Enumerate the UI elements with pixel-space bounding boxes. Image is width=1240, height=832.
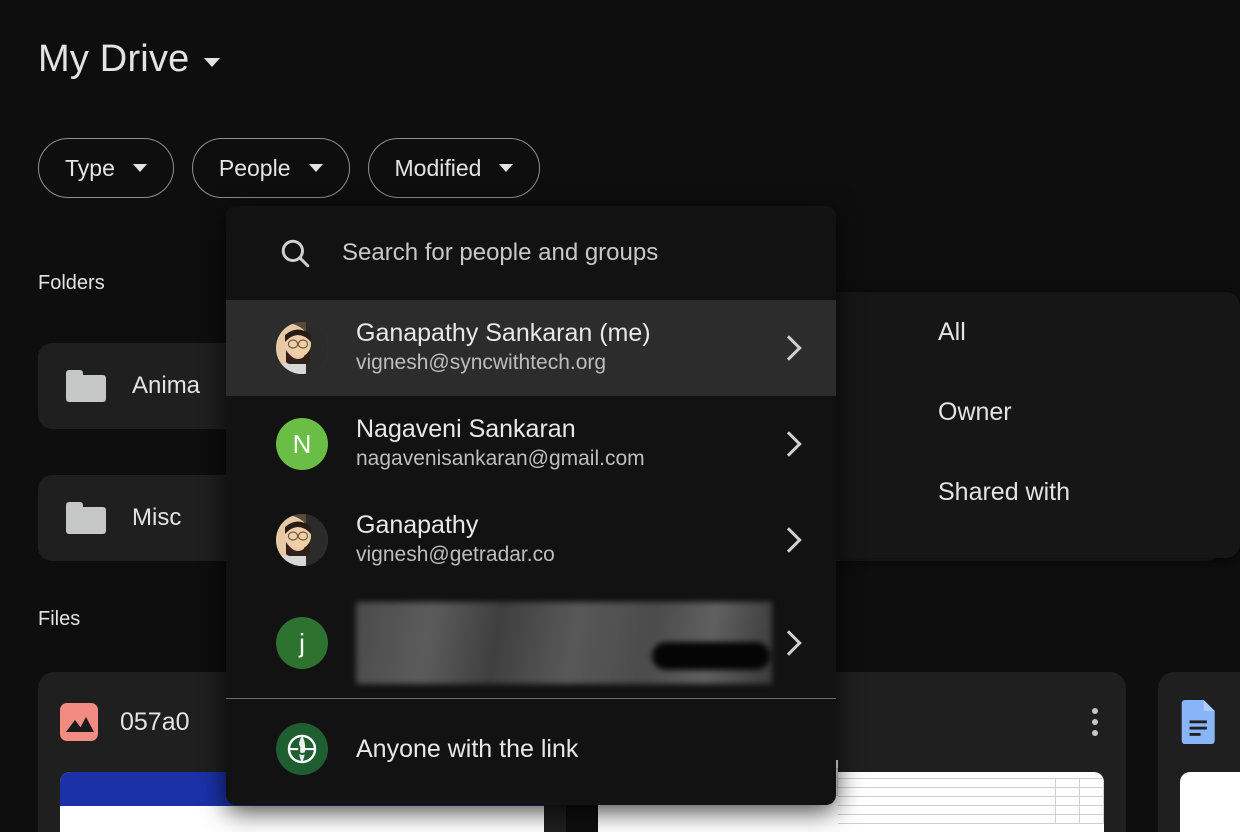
people-scope-submenu: All Owner Shared with: [836, 292, 1240, 558]
file-name: 057a0: [120, 707, 190, 736]
folder-icon: [66, 502, 106, 534]
filter-chip-type-label: Type: [65, 154, 115, 181]
folder-name: Misc: [132, 504, 182, 531]
person-name: Ganapathy Sankaran (me): [356, 319, 651, 348]
people-list-item-nagaveni-sankaran[interactable]: N Nagaveni Sankaran nagavenisankaran@gma…: [226, 396, 836, 492]
folder-name: Anima: [132, 372, 201, 399]
file-card-doc[interactable]: [1158, 672, 1240, 832]
avatar-photo: [276, 514, 328, 566]
avatar: [276, 322, 328, 374]
page-title-label: My Drive: [38, 38, 190, 80]
avatar-photo: [276, 322, 328, 374]
globe-glyph: [287, 734, 317, 764]
people-list-item-anyone-with-link[interactable]: Anyone with the link: [226, 699, 836, 799]
people-item-text: Ganapathy vignesh@getradar.co: [356, 511, 555, 568]
person-name: Nagaveni Sankaran: [356, 415, 576, 444]
chevron-right-icon[interactable]: [776, 335, 802, 361]
search-input[interactable]: Search for people and groups: [342, 239, 658, 267]
globe-icon: [276, 723, 328, 775]
people-filter-dropdown: Search for people and groups Ganapathy S…: [226, 206, 836, 805]
people-list-item-redacted[interactable]: j: [226, 588, 836, 698]
avatar-initial: N: [292, 428, 312, 459]
file-card-header: [1158, 672, 1240, 772]
folder-icon: [66, 370, 106, 402]
person-name: Ganapathy: [356, 511, 479, 540]
avatar: [276, 514, 328, 566]
filter-chip-bar: Type People Modified: [38, 138, 541, 198]
drive-app-window: My Drive Type People Modified Folders An…: [0, 0, 1240, 832]
link-option-label: Anyone with the link: [356, 734, 579, 763]
filter-chip-modified-label: Modified: [394, 154, 482, 181]
submenu-item-all[interactable]: All: [836, 292, 1240, 372]
file-thumbnail: [1180, 772, 1240, 832]
avatar-initial: j: [299, 627, 305, 658]
chevron-down-icon[interactable]: [203, 58, 220, 67]
chevron-down-icon: [308, 164, 323, 172]
person-email: vignesh@getradar.co: [356, 543, 555, 567]
people-item-text: Nagaveni Sankaran nagavenisankaran@gmail…: [356, 415, 645, 472]
page-title[interactable]: My Drive: [38, 38, 220, 81]
people-list-item-ganapathy-sankaran-me[interactable]: Ganapathy Sankaran (me) vignesh@syncwith…: [226, 300, 836, 396]
people-item-text: Ganapathy Sankaran (me) vignesh@syncwith…: [356, 319, 651, 376]
section-header-files: Files: [38, 608, 81, 630]
filter-chip-people[interactable]: People: [191, 138, 350, 198]
chevron-right-icon[interactable]: [776, 527, 802, 553]
chevron-right-icon[interactable]: [776, 630, 802, 656]
avatar: N: [276, 418, 328, 470]
people-list-item-ganapathy[interactable]: Ganapathy vignesh@getradar.co: [226, 492, 836, 588]
image-file-icon: [60, 703, 98, 741]
filter-chip-modified[interactable]: Modified: [367, 138, 541, 198]
chevron-down-icon: [132, 164, 147, 172]
kebab-menu-icon[interactable]: [1086, 702, 1104, 742]
person-email: nagavenisankaran@gmail.com: [356, 447, 645, 471]
people-search-row[interactable]: Search for people and groups: [226, 206, 836, 300]
doc-file-icon: [1181, 700, 1215, 744]
search-icon: [281, 239, 310, 268]
section-header-folders: Folders: [38, 272, 105, 294]
redacted-person-details: [356, 602, 772, 684]
chevron-down-icon: [499, 164, 514, 172]
avatar: j: [276, 617, 328, 669]
person-email: vignesh@syncwithtech.org: [356, 351, 607, 375]
filter-chip-type[interactable]: Type: [38, 138, 174, 198]
filter-chip-people-label: People: [218, 154, 291, 181]
submenu-item-shared-with[interactable]: Shared with: [836, 452, 1240, 532]
chevron-right-icon[interactable]: [776, 431, 802, 457]
submenu-item-owner[interactable]: Owner: [836, 372, 1240, 452]
